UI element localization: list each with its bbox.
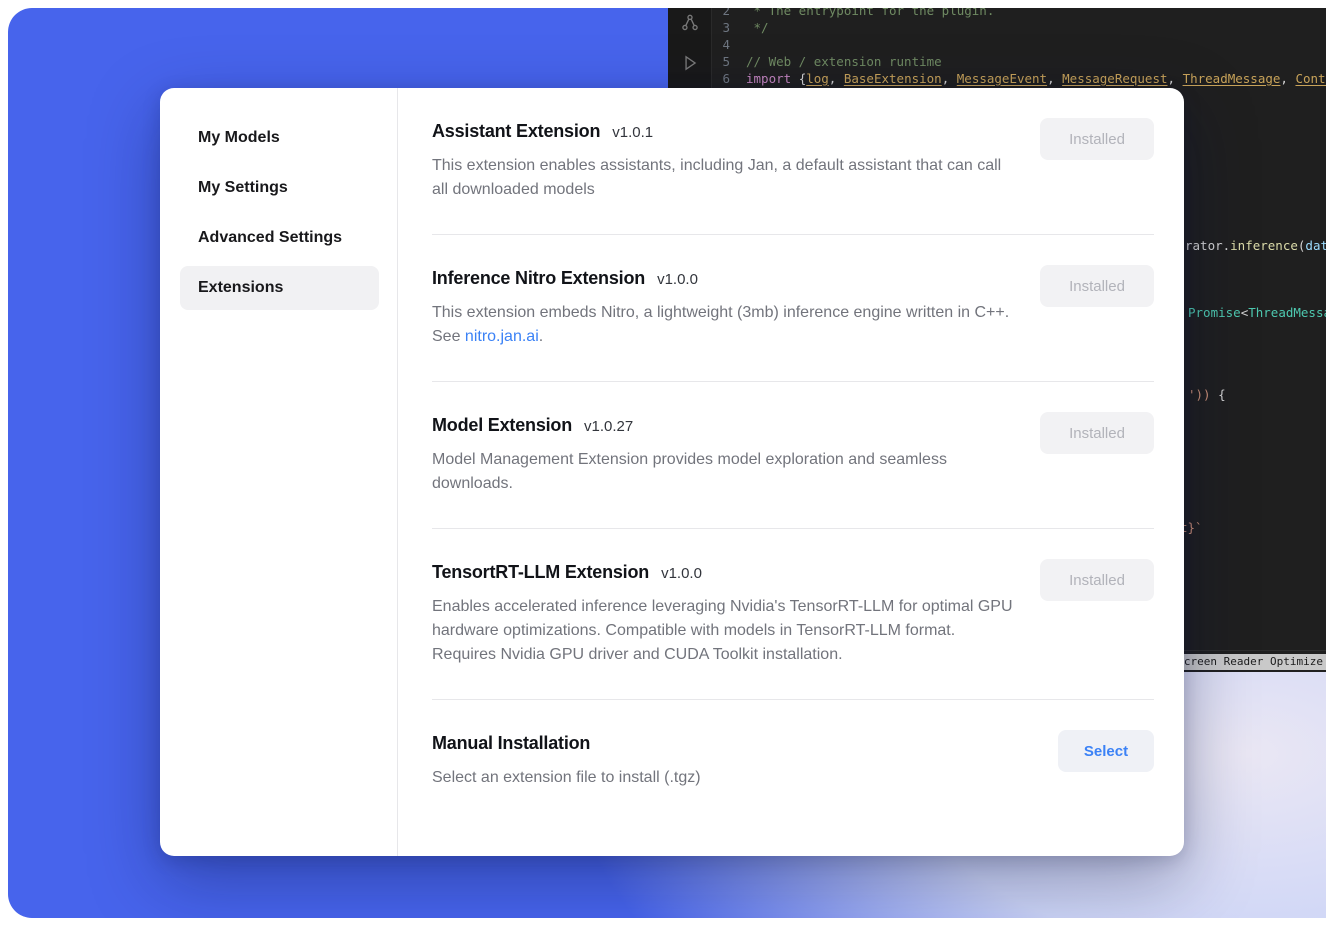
extension-title: Model Extension [432,412,572,438]
code-fragment: Promise<ThreadMessage> [1188,304,1326,321]
run-play-icon [681,54,699,72]
installed-button[interactable]: Installed [1040,265,1154,307]
extension-version: v1.0.27 [584,418,633,435]
code-lines: 2 * The entrypoint for the plugin.3 */45… [712,8,1326,87]
extension-row-tensorrt: TensortRT-LLM Extension v1.0.0 Enables a… [432,529,1154,700]
extensions-panel: Assistant Extension v1.0.1 This extensio… [398,88,1184,856]
description-text: . [539,328,543,345]
description-text: This extension enables assistants, inclu… [432,157,1001,198]
extension-version: v1.0.0 [657,271,698,288]
installed-button[interactable]: Installed [1040,559,1154,601]
extension-description: Enables accelerated inference leveraging… [432,595,1014,667]
code-fragment: rator.inference(data)); [1185,237,1326,254]
extension-info: Assistant Extension v1.0.1 This extensio… [432,118,1014,202]
code-fragment: ')) { [1188,386,1226,403]
extension-info: Manual Installation Select an extension … [432,730,1014,790]
extension-version: v1.0.1 [612,124,653,141]
installed-button[interactable]: Installed [1040,412,1154,454]
extension-heading: TensortRT-LLM Extension v1.0.0 [432,559,1014,585]
manual-installation-row: Manual Installation Select an extension … [432,700,1154,814]
description-text: Select an extension file to install (.tg… [432,769,701,786]
extension-heading: Manual Installation [432,730,1014,756]
page: 2 * The entrypoint for the plugin.3 */45… [0,0,1326,926]
sidebar-item-my-settings[interactable]: My Settings [180,166,379,210]
extension-title: TensortRT-LLM Extension [432,559,649,585]
extension-row-assistant: Assistant Extension v1.0.1 This extensio… [432,88,1154,235]
extension-description: This extension enables assistants, inclu… [432,154,1014,202]
extension-heading: Assistant Extension v1.0.1 [432,118,1014,144]
extension-info: TensortRT-LLM Extension v1.0.0 Enables a… [432,559,1014,667]
extension-heading: Inference Nitro Extension v1.0.0 [432,265,1014,291]
code-line: 6import {log, BaseExtension, MessageEven… [712,70,1326,87]
code-line: 2 * The entrypoint for the plugin. [712,8,1326,19]
extension-description: This extension embeds Nitro, a lightweig… [432,301,1014,349]
select-file-button[interactable]: Select [1058,730,1154,772]
extension-heading: Model Extension v1.0.27 [432,412,1014,438]
git-graph-icon [681,14,699,32]
code-line: 5// Web / extension runtime [712,53,1326,70]
extension-row-nitro: Inference Nitro Extension v1.0.0 This ex… [432,235,1154,382]
manual-installation-description: Select an extension file to install (.tg… [432,766,1014,790]
extension-title: Inference Nitro Extension [432,265,645,291]
sidebar-item-extensions[interactable]: Extensions [180,266,379,310]
nitro-jan-ai-link[interactable]: nitro.jan.ai [465,328,539,345]
description-text: Model Management Extension provides mode… [432,451,947,492]
installed-button[interactable]: Installed [1040,118,1154,160]
settings-modal: My Models My Settings Advanced Settings … [160,88,1184,856]
extension-info: Inference Nitro Extension v1.0.0 This ex… [432,265,1014,349]
code-line: 3 */ [712,19,1326,36]
sidebar-item-my-models[interactable]: My Models [180,116,379,160]
manual-installation-title: Manual Installation [432,730,590,756]
description-text: Enables accelerated inference leveraging… [432,598,1013,663]
code-line: 4 [712,36,1326,53]
extension-info: Model Extension v1.0.27 Model Management… [432,412,1014,496]
extension-row-model: Model Extension v1.0.27 Model Management… [432,382,1154,529]
settings-sidebar: My Models My Settings Advanced Settings … [160,88,398,856]
extension-description: Model Management Extension provides mode… [432,448,1014,496]
screen-reader-chip[interactable]: Screen Reader Optimize [1170,654,1326,670]
hero-card: 2 * The entrypoint for the plugin.3 */45… [8,8,1326,918]
sidebar-item-advanced-settings[interactable]: Advanced Settings [180,216,379,260]
extension-version: v1.0.0 [661,565,702,582]
extension-title: Assistant Extension [432,118,600,144]
